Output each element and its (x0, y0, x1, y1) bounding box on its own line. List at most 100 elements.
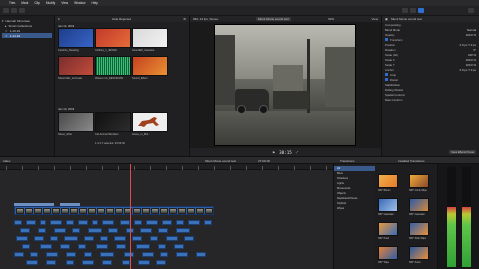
audio-clip[interactable] (46, 260, 56, 265)
transition-thumbnail[interactable] (378, 246, 398, 260)
timeline-toggle-button[interactable] (410, 8, 416, 13)
audio-clip[interactable] (22, 244, 30, 249)
clip-thumbnail[interactable] (95, 112, 131, 132)
audio-clip[interactable] (60, 244, 70, 249)
audio-clip[interactable] (116, 244, 126, 249)
audio-clip[interactable] (100, 252, 114, 257)
transition-thumbnail[interactable] (378, 222, 398, 236)
audio-clip[interactable] (176, 220, 184, 225)
viewer-view-menu[interactable]: View (372, 17, 378, 21)
audio-clip[interactable] (142, 252, 154, 257)
filter-menu[interactable]: Hide Rejected (112, 17, 131, 21)
video-frame[interactable] (214, 24, 356, 146)
audio-clip[interactable] (82, 260, 94, 265)
audio-clip[interactable] (176, 228, 190, 233)
viewer-zoom[interactable]: 90% (328, 17, 334, 21)
clip-thumbnail[interactable] (132, 56, 168, 76)
playhead[interactable] (130, 164, 131, 269)
audio-clip[interactable] (100, 236, 108, 241)
inspector-row[interactable]: Rate Conform (382, 97, 479, 102)
audio-clip[interactable] (66, 260, 74, 265)
audio-clip[interactable] (50, 236, 58, 241)
audio-clip[interactable] (160, 252, 168, 257)
audio-clip[interactable] (120, 220, 130, 225)
audio-clip[interactable] (146, 220, 158, 225)
transition-thumbnail[interactable] (409, 198, 429, 212)
audio-clip[interactable] (132, 236, 142, 241)
audio-clip[interactable] (96, 244, 108, 249)
transition-thumbnail[interactable] (409, 222, 429, 236)
timeline-ruler[interactable] (0, 164, 333, 170)
menu-clip[interactable]: Clip (34, 1, 40, 5)
audio-clip[interactable] (54, 228, 66, 233)
timeline-index-button[interactable]: Index (3, 159, 10, 163)
clip-thumbnail[interactable] (58, 28, 94, 48)
audio-clip[interactable] (20, 228, 30, 233)
audio-clip[interactable] (66, 220, 74, 225)
audio-clip[interactable] (184, 236, 194, 241)
audio-clip[interactable] (134, 220, 142, 225)
audio-clip[interactable] (40, 244, 52, 249)
clip-thumbnail[interactable] (95, 28, 131, 48)
audio-clip[interactable] (108, 228, 118, 233)
transition-thumbnail[interactable] (409, 174, 429, 188)
audio-clip[interactable] (196, 252, 206, 257)
audio-clip[interactable] (72, 228, 80, 233)
clip-thumbnail[interactable] (58, 112, 94, 132)
share-button[interactable] (468, 8, 474, 13)
browser-settings-icon[interactable]: ⚙ (183, 17, 186, 21)
audio-clip[interactable] (84, 252, 92, 257)
menu-modify[interactable]: Modify (46, 1, 55, 5)
clip-thumbnail[interactable] (58, 56, 94, 76)
menu-trim[interactable]: Trim (9, 1, 15, 5)
audio-clip[interactable] (102, 220, 114, 225)
browser-menu-icon[interactable]: ≡ (58, 17, 60, 21)
audio-clip[interactable] (16, 236, 28, 241)
connected-clip[interactable] (14, 203, 54, 206)
transition-thumbnail[interactable] (378, 174, 398, 188)
menu-mark[interactable]: Mark (21, 1, 28, 5)
audio-clip[interactable] (150, 236, 158, 241)
audio-clip[interactable] (136, 244, 150, 249)
audio-clip[interactable] (88, 228, 102, 233)
import-button[interactable] (3, 8, 9, 13)
timeline[interactable] (0, 164, 333, 269)
clip-thumbnail[interactable] (132, 28, 168, 48)
save-effects-preset-button[interactable]: Save Effects Preset (449, 150, 476, 154)
transition-thumbnail[interactable] (409, 246, 429, 260)
connected-clip[interactable] (60, 203, 80, 206)
inspector-toggle-button[interactable] (418, 8, 424, 13)
transitions-tab[interactable]: Transitions (340, 159, 355, 163)
audio-clip[interactable] (50, 220, 62, 225)
audio-clip[interactable] (30, 252, 38, 257)
audio-clip[interactable] (40, 220, 46, 225)
audio-clip[interactable] (158, 244, 166, 249)
audio-clip[interactable] (46, 252, 58, 257)
audio-clip[interactable] (114, 236, 126, 241)
transition-category[interactable]: Wipes (334, 206, 375, 211)
audio-clip[interactable] (34, 236, 44, 241)
audio-clip[interactable] (158, 228, 168, 233)
audio-clip[interactable] (26, 220, 36, 225)
clip-thumbnail[interactable] (132, 112, 168, 132)
audio-clip[interactable] (92, 220, 98, 225)
audio-clip[interactable] (122, 260, 130, 265)
audio-clip[interactable] (188, 220, 200, 225)
menu-help[interactable]: Help (91, 1, 98, 5)
primary-storyline-clip[interactable] (14, 206, 214, 215)
audio-clip[interactable] (66, 252, 76, 257)
audio-clip[interactable] (38, 228, 46, 233)
audio-clip[interactable] (138, 260, 150, 265)
fullscreen-icon[interactable]: ⤢ (296, 150, 298, 154)
clip-thumbnail[interactable] (95, 56, 131, 76)
audio-clip[interactable] (162, 220, 172, 225)
audio-clip[interactable] (102, 260, 112, 265)
audio-clip[interactable] (64, 236, 78, 241)
video-inspector-icon[interactable]: ▣ (385, 17, 388, 21)
audio-clip[interactable] (204, 220, 212, 225)
transition-thumbnail[interactable] (378, 198, 398, 212)
audio-clip[interactable] (176, 252, 188, 257)
audio-clip[interactable] (14, 220, 22, 225)
audio-clip[interactable] (174, 244, 184, 249)
audio-clip[interactable] (166, 236, 178, 241)
